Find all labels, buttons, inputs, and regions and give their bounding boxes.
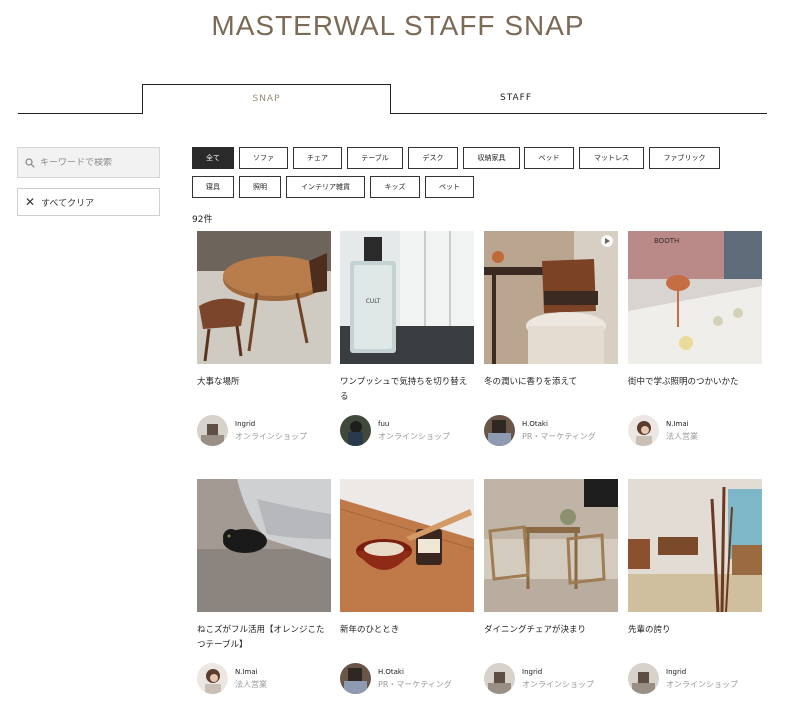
author-name: N.Imai: [666, 419, 689, 428]
snap-title[interactable]: ダイニングチェアが決まり: [484, 623, 618, 655]
clear-all-button[interactable]: ✕ すべてクリア: [17, 188, 160, 216]
avatar: [484, 415, 515, 446]
filter-all[interactable]: 全て: [192, 147, 234, 169]
snap-card[interactable]: 新年のひととき H.Otaki PR・マーケティング: [340, 479, 474, 694]
author[interactable]: fuu オンラインショップ: [340, 415, 474, 446]
snap-card[interactable]: CULT ワンプッシュで気持ちを切り替える fuu オンラインショップ: [340, 231, 474, 446]
snap-photo[interactable]: [484, 231, 618, 364]
snap-photo[interactable]: [197, 231, 331, 364]
author-department: PR・マーケティング: [522, 431, 596, 441]
snap-card[interactable]: 大事な場所 Ingrid オンラインショップ: [197, 231, 331, 446]
author-name: Ingrid: [666, 667, 687, 676]
author[interactable]: H.Otaki PR・マーケティング: [340, 663, 474, 694]
snap-photo[interactable]: CULT: [340, 231, 474, 364]
tab-staff[interactable]: STAFF: [391, 84, 641, 114]
author-department: 法人営業: [235, 679, 267, 689]
snap-card[interactable]: BOOTH 街中で学ぶ照明のつかいかた N.Imai 法人営業: [628, 231, 762, 446]
author-name: fuu: [378, 419, 390, 428]
snap-title[interactable]: 冬の潤いに香りを添えて: [484, 375, 618, 407]
author-department: オンラインショップ: [235, 431, 307, 441]
author[interactable]: N.Imai 法人営業: [628, 415, 762, 446]
avatar: [197, 415, 228, 446]
tab-divider-left: [18, 113, 143, 114]
author-department: 法人営業: [666, 431, 698, 441]
author[interactable]: H.Otaki PR・マーケティング: [484, 415, 618, 446]
page-title: MASTERWAL STAFF SNAP: [211, 10, 585, 41]
svg-text:BOOTH: BOOTH: [654, 237, 679, 245]
author-department: オンラインショップ: [666, 679, 738, 689]
author-department: オンラインショップ: [522, 679, 594, 689]
filter-sofa[interactable]: ソファ: [239, 147, 288, 169]
snap-photo[interactable]: [628, 479, 762, 612]
snap-card[interactable]: 冬の潤いに香りを添えて H.Otaki PR・マーケティング: [484, 231, 618, 446]
avatar: [484, 663, 515, 694]
snap-photo[interactable]: [484, 479, 618, 612]
snap-photo[interactable]: [197, 479, 331, 612]
play-icon[interactable]: [601, 235, 613, 247]
author-name: Ingrid: [522, 667, 543, 676]
search-box[interactable]: [17, 147, 160, 178]
filter-table[interactable]: テーブル: [347, 147, 403, 169]
snap-card[interactable]: 先輩の誇り Ingrid オンラインショップ: [628, 479, 762, 694]
search-input[interactable]: [35, 157, 150, 168]
filter-interior-goods[interactable]: インテリア雑貨: [286, 176, 365, 198]
author[interactable]: Ingrid オンラインショップ: [628, 663, 762, 694]
svg-text:CULT: CULT: [366, 298, 381, 305]
search-icon: [25, 153, 35, 172]
avatar: [340, 663, 371, 694]
author-name: H.Otaki: [378, 667, 404, 676]
filter-mattress[interactable]: マットレス: [579, 147, 644, 169]
snap-card[interactable]: ねこズがフル活用【オレンジこたつテーブル】 N.Imai 法人営業: [197, 479, 331, 694]
tab-snap[interactable]: SNAP: [142, 84, 391, 114]
avatar: [628, 415, 659, 446]
snap-title[interactable]: 街中で学ぶ照明のつかいかた: [628, 375, 762, 407]
avatar: [197, 663, 228, 694]
author[interactable]: Ingrid オンラインショップ: [197, 415, 331, 446]
snap-card[interactable]: ダイニングチェアが決まり Ingrid オンラインショップ: [484, 479, 618, 694]
snap-title[interactable]: ワンプッシュで気持ちを切り替える: [340, 375, 474, 407]
clear-all-label: すべてクリア: [41, 198, 95, 209]
filter-desk[interactable]: デスク: [408, 147, 458, 169]
filter-pet[interactable]: ペット: [425, 176, 474, 198]
author-department: PR・マーケティング: [378, 679, 452, 689]
snap-title[interactable]: ねこズがフル活用【オレンジこたつテーブル】: [197, 623, 331, 655]
author[interactable]: N.Imai 法人営業: [197, 663, 331, 694]
result-count: 92件: [192, 215, 213, 225]
filter-bed[interactable]: ベッド: [524, 147, 574, 169]
author[interactable]: Ingrid オンラインショップ: [484, 663, 618, 694]
filter-storage[interactable]: 収納家具: [463, 147, 520, 169]
filter-bedding[interactable]: 寝具: [192, 176, 234, 198]
filter-lighting[interactable]: 照明: [239, 176, 281, 198]
author-name: Ingrid: [235, 419, 256, 428]
author-name: N.Imai: [235, 667, 258, 676]
author-name: H.Otaki: [522, 419, 548, 428]
close-icon: ✕: [25, 195, 36, 209]
filter-fabric[interactable]: ファブリック: [649, 147, 720, 169]
snap-title[interactable]: 大事な場所: [197, 375, 331, 407]
filter-kids[interactable]: キッズ: [370, 176, 420, 198]
author-department: オンラインショップ: [378, 431, 450, 441]
snap-title[interactable]: 先輩の誇り: [628, 623, 762, 655]
filter-chair[interactable]: チェア: [293, 147, 342, 169]
avatar: [628, 663, 659, 694]
avatar: [340, 415, 371, 446]
snap-photo[interactable]: BOOTH: [628, 231, 762, 364]
snap-title[interactable]: 新年のひととき: [340, 623, 474, 655]
snap-photo[interactable]: [340, 479, 474, 612]
